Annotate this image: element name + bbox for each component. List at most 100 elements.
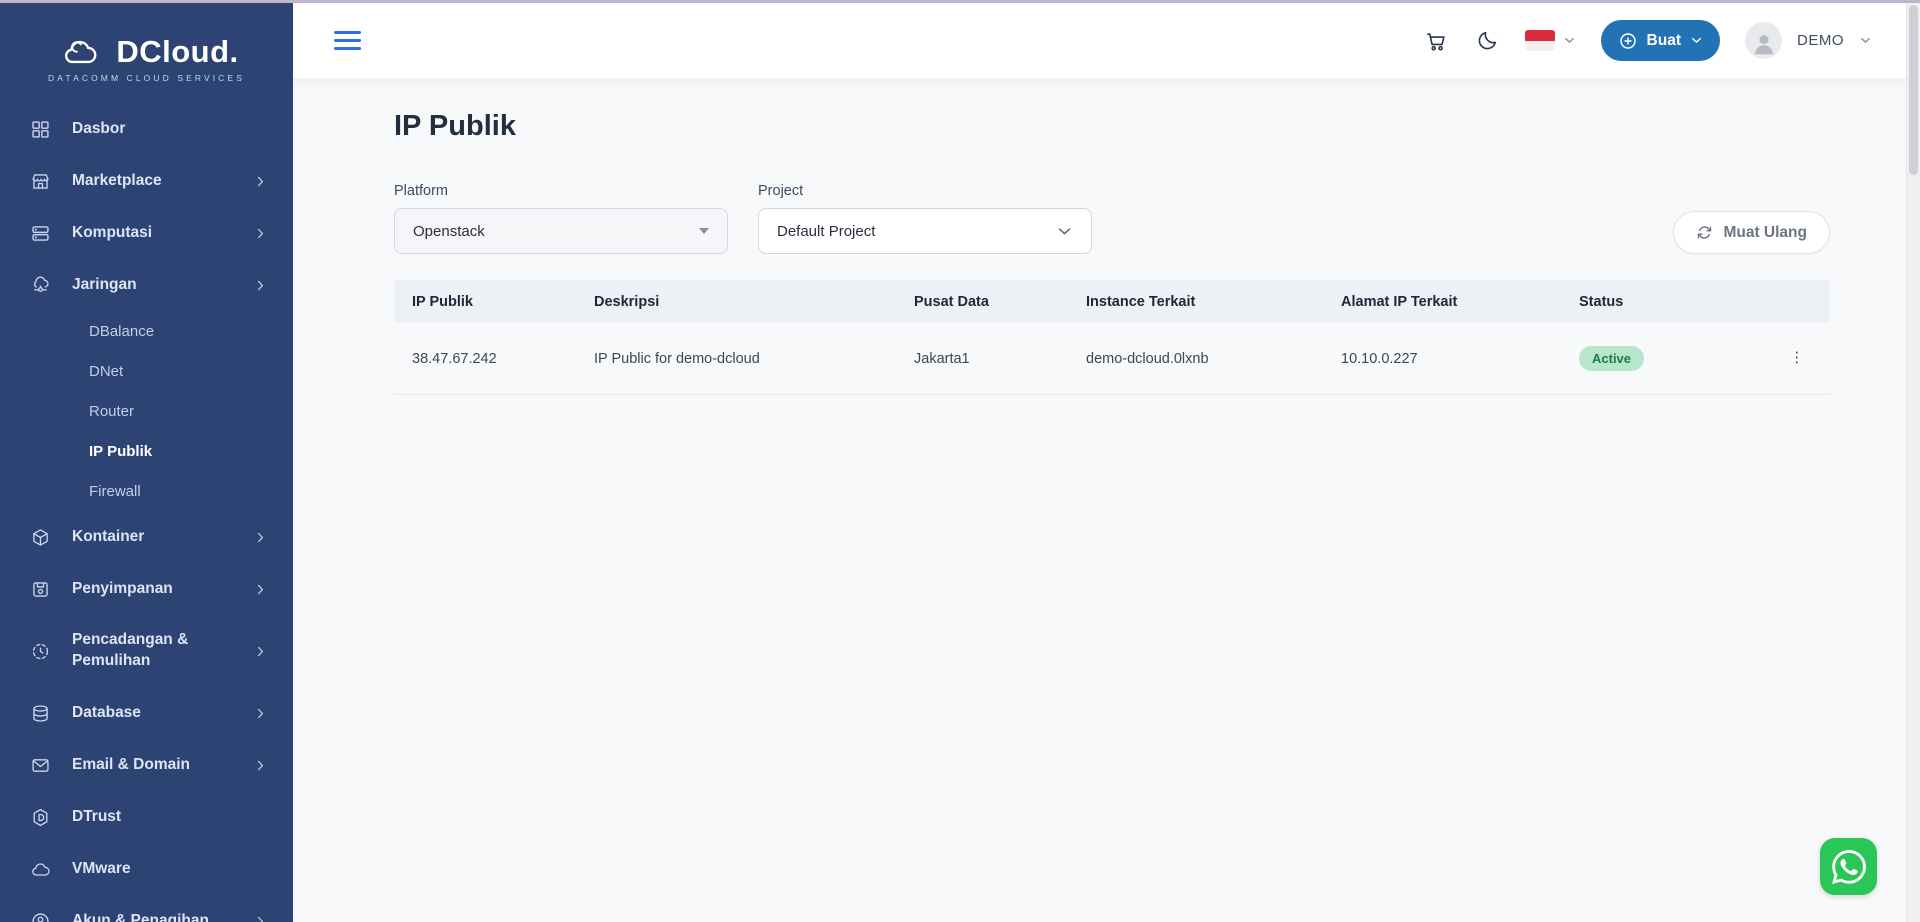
sidebar-item-label: Komputasi bbox=[72, 223, 254, 244]
sidebar-subitem-dbalance[interactable]: DBalance bbox=[0, 311, 293, 351]
chevron-down-icon bbox=[1563, 34, 1576, 47]
cell-pusat-data: Jakarta1 bbox=[896, 351, 1068, 367]
sidebar-item-label: VMware bbox=[72, 859, 267, 880]
column-header-deskripsi: Deskripsi bbox=[576, 294, 896, 310]
refresh-icon bbox=[1696, 224, 1713, 241]
sidebar-item-komputasi[interactable]: Komputasi bbox=[0, 207, 293, 259]
person-icon bbox=[1749, 28, 1779, 58]
platform-label: Platform bbox=[394, 183, 728, 199]
cloud-network-icon bbox=[30, 275, 51, 296]
sidebar-item-database[interactable]: Database bbox=[0, 687, 293, 739]
sidebar-item-jaringan[interactable]: Jaringan bbox=[0, 259, 293, 311]
platform-field: Platform Openstack bbox=[394, 183, 728, 254]
content: IP Publik Platform Openstack Project Def… bbox=[293, 78, 1920, 922]
menu-toggle-button[interactable] bbox=[334, 31, 361, 50]
sidebar-item-marketplace[interactable]: Marketplace bbox=[0, 155, 293, 207]
sidebar-item-penyimpanan[interactable]: Penyimpanan bbox=[0, 563, 293, 615]
create-button[interactable]: Buat bbox=[1601, 20, 1720, 61]
whatsapp-icon bbox=[1832, 850, 1866, 884]
dark-mode-toggle[interactable] bbox=[1474, 28, 1500, 54]
box-icon bbox=[30, 527, 51, 548]
chevron-down-icon bbox=[1056, 223, 1073, 240]
scrollbar-thumb[interactable] bbox=[1909, 5, 1918, 175]
cell-instance-terkait: demo-dcloud.0lxnb bbox=[1068, 351, 1323, 367]
user-name: DEMO bbox=[1797, 32, 1844, 49]
chevron-right-icon bbox=[254, 645, 267, 658]
sidebar-subitem-router[interactable]: Router bbox=[0, 391, 293, 431]
chevron-right-icon bbox=[254, 531, 267, 544]
sidebar-item-email-domain[interactable]: Email & Domain bbox=[0, 739, 293, 791]
sidebar-subitem-firewall[interactable]: Firewall bbox=[0, 471, 293, 511]
sidebar-subitem-ip-publik[interactable]: IP Publik bbox=[0, 431, 293, 471]
mail-icon bbox=[30, 755, 51, 776]
sidebar-item-label: Marketplace bbox=[72, 171, 254, 192]
project-select[interactable]: Default Project bbox=[758, 208, 1092, 254]
chevron-right-icon bbox=[254, 227, 267, 240]
chevron-right-icon bbox=[254, 279, 267, 292]
cloud-logo-icon bbox=[54, 33, 106, 71]
chevron-right-icon bbox=[254, 175, 267, 188]
sidebar-item-kontainer[interactable]: Kontainer bbox=[0, 511, 293, 563]
create-button-label: Buat bbox=[1647, 32, 1681, 50]
dcloud-logo[interactable]: DCloud. DATACOMM CLOUD SERVICES bbox=[0, 3, 293, 99]
project-label: Project bbox=[758, 183, 1092, 199]
sidebar-item-label: Penyimpanan bbox=[72, 579, 254, 600]
platform-value: Openstack bbox=[413, 223, 485, 240]
cloud-icon bbox=[30, 859, 51, 880]
sidebar-subitem-label: DNet bbox=[89, 363, 123, 380]
column-header-status: Status bbox=[1561, 294, 1754, 310]
platform-select[interactable]: Openstack bbox=[394, 208, 728, 254]
project-value: Default Project bbox=[777, 223, 875, 240]
sidebar-item-dtrust[interactable]: DTrust bbox=[0, 791, 293, 843]
project-field: Project Default Project bbox=[758, 183, 1092, 254]
sidebar-subitem-label: IP Publik bbox=[89, 443, 152, 460]
cell-alamat-ip-terkait: 10.10.0.227 bbox=[1323, 351, 1561, 367]
window-top-edge bbox=[0, 0, 1920, 3]
sidebar-item-label: Pencadangan & Pemulihan bbox=[72, 630, 254, 672]
floppy-icon bbox=[30, 579, 51, 600]
sidebar-item-label: Kontainer bbox=[72, 527, 254, 548]
plus-circle-icon bbox=[1618, 31, 1638, 51]
page-title: IP Publik bbox=[394, 110, 1830, 143]
column-header-instance-terkait: Instance Terkait bbox=[1068, 294, 1323, 310]
row-actions-menu-button[interactable]: ⋮ bbox=[1772, 351, 1831, 366]
cell-deskripsi: IP Public for demo-dcloud bbox=[576, 351, 896, 367]
language-selector[interactable] bbox=[1525, 30, 1576, 51]
chevron-right-icon bbox=[254, 759, 267, 772]
sidebar-item-label: Akun & Penagihan bbox=[72, 911, 254, 922]
indonesia-flag-icon bbox=[1525, 30, 1555, 51]
page-scrollbar[interactable] bbox=[1906, 3, 1920, 922]
cart-button[interactable] bbox=[1423, 28, 1449, 54]
sidebar-item-label: DTrust bbox=[72, 807, 267, 828]
topbar: Buat DEMO bbox=[293, 0, 1920, 78]
account-icon bbox=[30, 911, 51, 922]
brand-tagline: DATACOMM CLOUD SERVICES bbox=[10, 73, 283, 83]
sidebar-item-label: Database bbox=[72, 703, 254, 724]
shield-hexagon-icon bbox=[30, 807, 51, 828]
sidebar-item-vmware[interactable]: VMware bbox=[0, 843, 293, 895]
column-header-alamat-ip-terkait: Alamat IP Terkait bbox=[1323, 294, 1561, 310]
reload-button[interactable]: Muat Ulang bbox=[1673, 211, 1830, 254]
moon-icon bbox=[1475, 29, 1499, 53]
cell-ip-publik: 38.47.67.242 bbox=[394, 351, 576, 367]
server-icon bbox=[30, 223, 51, 244]
reload-button-label: Muat Ulang bbox=[1723, 224, 1807, 242]
whatsapp-button[interactable] bbox=[1820, 838, 1877, 895]
filter-bar: Platform Openstack Project Default Proje… bbox=[394, 183, 1830, 254]
sidebar-subitem-dnet[interactable]: DNet bbox=[0, 351, 293, 391]
column-header-ip-publik: IP Publik bbox=[394, 294, 576, 310]
sidebar-item-label: Jaringan bbox=[72, 275, 254, 296]
history-icon bbox=[30, 641, 51, 662]
sidebar-subitem-label: Router bbox=[89, 403, 134, 420]
chevron-down-icon bbox=[1859, 34, 1872, 47]
ip-public-table: IP Publik Deskripsi Pusat Data Instance … bbox=[394, 280, 1830, 395]
table-row: 38.47.67.242 IP Public for demo-dcloud J… bbox=[394, 323, 1830, 395]
chevron-right-icon bbox=[254, 915, 267, 922]
sidebar-item-pencadangan-pemulihan[interactable]: Pencadangan & Pemulihan bbox=[0, 615, 293, 687]
chevron-right-icon bbox=[254, 707, 267, 720]
user-menu[interactable]: DEMO bbox=[1745, 22, 1872, 59]
sidebar-item-akun-penagihan[interactable]: Akun & Penagihan bbox=[0, 895, 293, 922]
storefront-icon bbox=[30, 171, 51, 192]
table-header-row: IP Publik Deskripsi Pusat Data Instance … bbox=[394, 280, 1830, 323]
sidebar-item-dasbor[interactable]: Dasbor bbox=[0, 103, 293, 155]
